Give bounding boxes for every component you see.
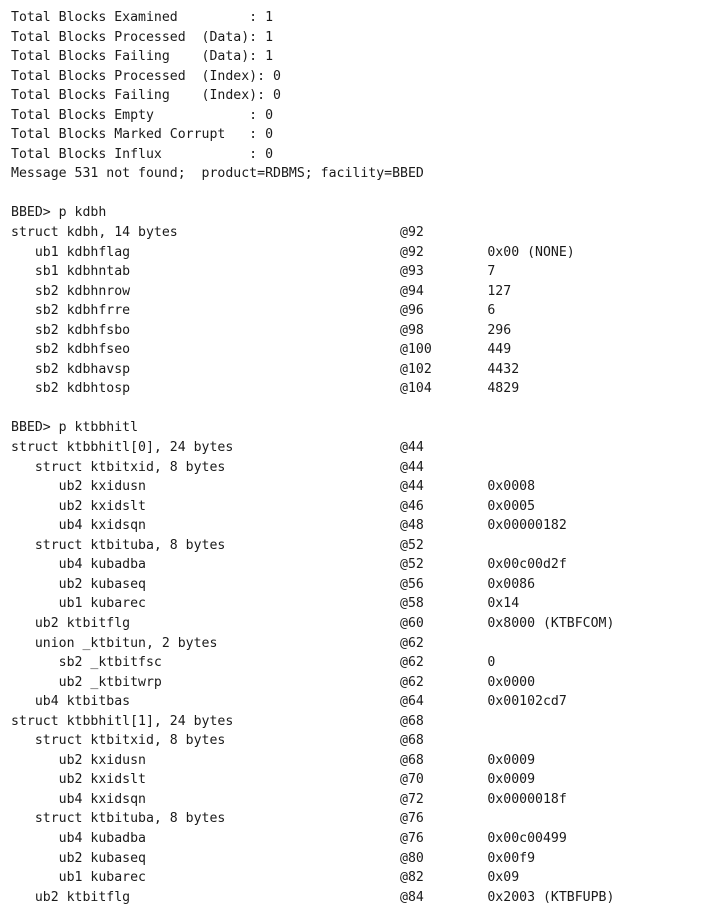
struct-row: ub2 kubaseq @80 0x00f9 — [11, 850, 536, 866]
summary-row: Total Blocks Failing (Index): 0 — [11, 88, 281, 104]
struct-row: ub2 kxidslt @70 0x0009 — [11, 772, 536, 788]
struct-row: struct ktbituba, 8 bytes @76 — [11, 811, 424, 827]
struct-row: ub4 kxidsqn @48 0x00000182 — [11, 518, 567, 534]
struct-row: sb2 _ktbitfsc @62 0 — [11, 655, 496, 671]
summary-row: Total Blocks Examined : 1 — [11, 10, 274, 25]
summary-row: Total Blocks Marked Corrupt : 0 — [11, 127, 274, 143]
console-output: Total Blocks Examined : 1 Total Blocks Pr… — [11, 8, 614, 907]
struct-row: ub4 ktbitbas @64 0x00102cd7 — [11, 694, 567, 710]
struct-row: ub2 ktbitflg @84 0x2003 (KTBFUPB) — [11, 889, 615, 905]
summary-row: Total Blocks Influx : 0 — [11, 146, 274, 162]
struct-row: ub2 ktbitflg @60 0x8000 (KTBFCOM) — [11, 615, 615, 631]
struct-row: ub4 kubadba @52 0x00c00d2f — [11, 557, 567, 573]
struct-row: sb2 kdbhfrre @96 6 — [11, 303, 496, 319]
command-line: BBED> p ktbbhitl — [11, 420, 139, 436]
struct-row: ub2 kxidslt @46 0x0005 — [11, 498, 536, 514]
struct-row: struct ktbituba, 8 bytes @52 — [11, 537, 424, 553]
summary-row: Total Blocks Empty : 0 — [11, 107, 274, 123]
struct-row: ub2 kubaseq @56 0x0086 — [11, 576, 536, 592]
struct-row: ub1 kubarec @58 0x14 — [11, 596, 520, 612]
struct-row: ub4 kubadba @76 0x00c00499 — [11, 830, 567, 846]
struct-row: sb1 kdbhntab @93 7 — [11, 264, 496, 280]
struct-row: ub1 kdbhflag @92 0x00 (NONE) — [11, 244, 575, 260]
struct-row: ub1 kubarec @82 0x09 — [11, 870, 520, 886]
summary-row: Total Blocks Failing (Data): 1 — [11, 49, 274, 65]
struct-row: struct ktbbhitl[1], 24 bytes @68 — [11, 713, 424, 729]
struct-row: ub2 _ktbitwrp @62 0x0000 — [11, 674, 536, 690]
struct-row: sb2 kdbhtosp @104 4829 — [11, 381, 520, 397]
struct-row: struct ktbitxid, 8 bytes @44 — [11, 459, 424, 475]
struct-row: ub2 kxidusn @44 0x0008 — [11, 479, 536, 495]
summary-row: Total Blocks Processed (Data): 1 — [11, 29, 274, 45]
command-line: BBED> p kdbh — [11, 205, 107, 221]
summary-row: Total Blocks Processed (Index): 0 — [11, 68, 281, 84]
struct-row: sb2 kdbhavsp @102 4432 — [11, 361, 520, 377]
struct-row: struct ktbitxid, 8 bytes @68 — [11, 733, 424, 749]
struct-row: ub4 kxidsqn @72 0x0000018f — [11, 791, 567, 807]
struct-row: sb2 kdbhfsbo @98 296 — [11, 322, 512, 338]
struct-row: struct ktbbhitl[0], 24 bytes @44 — [11, 440, 424, 456]
struct-row: ub2 kxidusn @68 0x0009 — [11, 752, 536, 768]
struct-row: struct kdbh, 14 bytes @92 — [11, 225, 424, 241]
struct-row: union _ktbitun, 2 bytes @62 — [11, 635, 424, 651]
terminal-window: Total Blocks Examined : 1 Total Blocks Pr… — [0, 0, 721, 905]
struct-row: sb2 kdbhfseo @100 449 — [11, 342, 512, 358]
struct-row: sb2 kdbhnrow @94 127 — [11, 283, 512, 299]
summary-message: Message 531 not found; product=RDBMS; fa… — [11, 166, 424, 182]
